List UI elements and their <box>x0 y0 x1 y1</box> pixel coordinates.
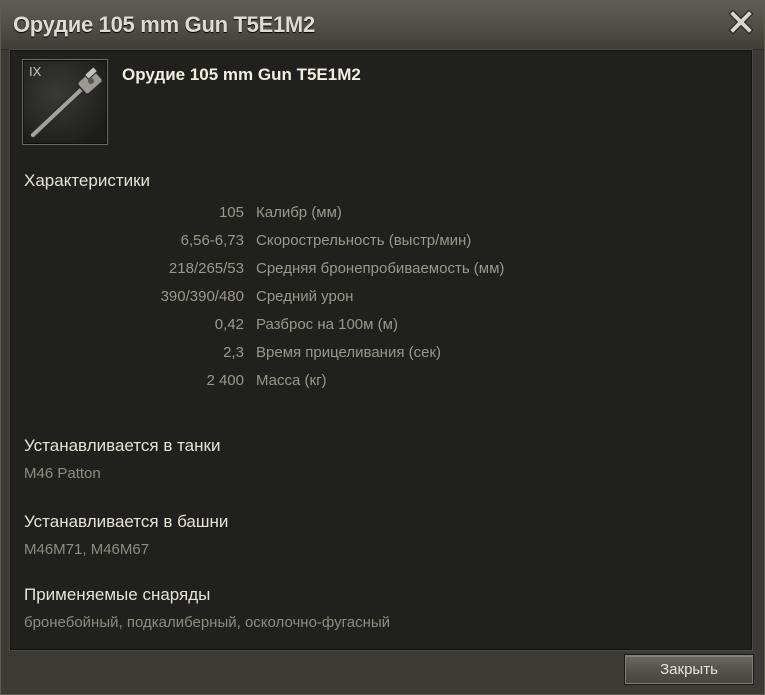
spec-row-damage: 390/390/480 Средний урон <box>10 288 752 316</box>
module-name: Орудие 105 mm Gun T5E1M2 <box>122 65 361 84</box>
spec-label: Средний урон <box>256 288 354 305</box>
spec-row-caliber: 105 Калибр (мм) <box>10 204 752 232</box>
tanks-list: M46 Patton <box>24 465 101 482</box>
spec-row-aim-time: 2,3 Время прицеливания (сек) <box>10 344 752 372</box>
spec-value: 218/265/53 <box>168 260 244 277</box>
characteristics-title: Характеристики <box>24 171 151 190</box>
spec-value: 6,56-6,73 <box>180 232 244 249</box>
close-icon[interactable] <box>728 9 754 35</box>
spec-row-dispersion: 0,42 Разброс на 100м (м) <box>10 316 752 344</box>
spec-value: 390/390/480 <box>160 288 244 305</box>
spec-value: 2,3 <box>223 344 244 361</box>
spec-label: Разброс на 100м (м) <box>256 316 398 333</box>
window-title: Орудие 105 mm Gun T5E1M2 <box>13 12 315 37</box>
spec-value: 0,42 <box>214 316 244 333</box>
spec-row-rate-of-fire: 6,56-6,73 Скорострельность (выстр/мин) <box>10 232 752 260</box>
shells-list: бронебойный, подкалиберный, осколочно-фу… <box>24 614 391 631</box>
spec-label: Калибр (мм) <box>256 204 342 221</box>
spec-row-penetration: 218/265/53 Средняя бронепробиваемость (м… <box>10 260 752 288</box>
spec-label: Скорострельность (выстр/мин) <box>256 232 472 249</box>
turrets-list: M46M71, M46M67 <box>24 541 150 558</box>
module-info-window: Орудие 105 mm Gun T5E1M2 IX Орудие 105 m… <box>0 0 765 695</box>
spec-label: Время прицеливания (сек) <box>256 344 442 361</box>
content-panel: IX Орудие 105 mm Gun T5E1M2 Характеристи… <box>9 49 753 651</box>
turrets-title: Устанавливается в башни <box>24 512 229 531</box>
spec-value: 105 <box>218 204 244 221</box>
tier-label: IX <box>29 64 42 79</box>
close-button[interactable]: Закрыть <box>625 655 753 684</box>
spec-value: 2 400 <box>206 372 244 389</box>
tanks-title: Устанавливается в танки <box>24 436 221 455</box>
title-bar: Орудие 105 mm Gun T5E1M2 <box>1 1 764 50</box>
module-image: IX <box>22 59 108 145</box>
spec-row-weight: 2 400 Масса (кг) <box>10 372 752 400</box>
spec-label: Масса (кг) <box>256 372 327 389</box>
shells-title: Применяемые снаряды <box>24 585 211 604</box>
spec-label: Средняя бронепробиваемость (мм) <box>256 260 505 277</box>
